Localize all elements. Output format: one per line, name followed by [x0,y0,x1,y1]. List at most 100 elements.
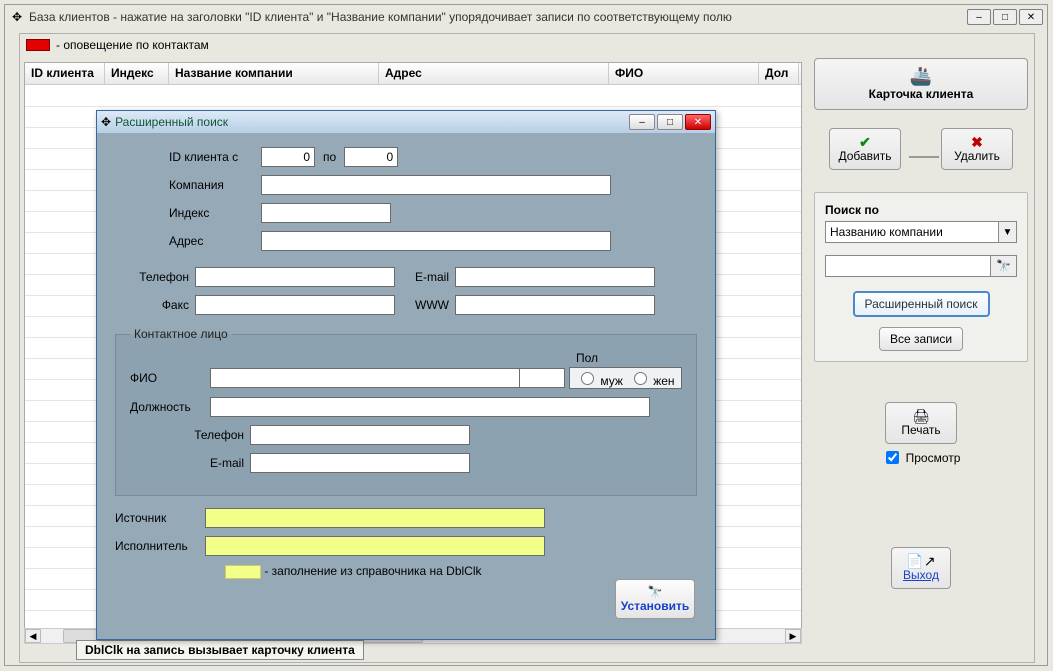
contact-fieldset: Контактное лицо Пол ФИО муж жен [115,327,697,496]
executor-input[interactable] [205,536,545,556]
id-to-label: по [323,150,336,164]
legend-red-swatch [26,39,50,51]
sex-label: Пол [576,351,598,365]
legend-text: - оповещение по контактам [56,38,209,52]
position-label: Должность [130,400,210,414]
dropdown-icon[interactable]: ▼ [999,221,1017,243]
fax-label: Факс [115,298,195,312]
contact-legend: Контактное лицо [130,327,232,341]
main-panel: - оповещение по контактам ID клиента Инд… [19,33,1035,663]
print-button[interactable]: 🖨 Печать [885,402,957,444]
sex-male-radio[interactable] [581,372,594,385]
close-button[interactable]: ✕ [1019,9,1043,25]
scroll-left-icon[interactable]: ◀ [25,629,41,643]
dlg-close-button[interactable]: ✕ [685,114,711,130]
print-area: 🖨 Печать Просмотр [814,402,1028,467]
id-to-input[interactable] [344,147,398,167]
apply-button[interactable]: 🔭 Установить [615,579,695,619]
legend-row: - оповещение по контактам [20,34,1034,56]
exit-icon: 📄↗ [906,554,935,568]
yellow-swatch [225,565,261,579]
table-header: ID клиента Индекс Название компании Адре… [25,63,801,85]
preview-checkbox[interactable] [886,451,899,464]
exit-button[interactable]: 📄↗ Выход [891,547,951,589]
delete-label: Удалить [954,149,1000,163]
ship-icon: 🚢 [910,67,932,85]
col-index[interactable]: Индекс [105,63,169,84]
col-address[interactable]: Адрес [379,63,609,84]
search-by-combo[interactable]: ▼ [825,221,1017,243]
scroll-right-icon[interactable]: ▶ [785,629,801,643]
maximize-button[interactable]: □ [993,9,1017,25]
table-row[interactable] [25,85,801,106]
index-input[interactable] [261,203,391,223]
dlg-minimize-button[interactable]: – [629,114,655,130]
connector-line [909,156,939,158]
index-label: Индекс [169,206,261,220]
advanced-search-button[interactable]: Расширенный поиск [853,291,990,317]
contact-email-label: E-mail [170,456,250,470]
contact-email-input[interactable] [250,453,470,473]
apply-label: Установить [621,599,690,613]
delete-button[interactable]: ✖ Удалить [941,128,1013,170]
dlg-maximize-button[interactable]: □ [657,114,683,130]
yellow-hint: - заполнение из справочника на DblClk [264,564,481,578]
minimize-button[interactable]: – [967,9,991,25]
client-card-button[interactable]: 🚢 Карточка клиента [814,58,1028,110]
position-input[interactable] [210,397,650,417]
sex-female-option[interactable]: жен [629,369,675,388]
source-input[interactable] [205,508,545,528]
main-title: База клиентов - нажатие на заголовки "ID… [29,10,965,24]
print-label: Печать [901,423,940,437]
contact-phone-label: Телефон [170,428,250,442]
sex-input[interactable] [519,368,565,388]
sex-female-radio[interactable] [634,372,647,385]
company-input[interactable] [261,175,611,195]
app-icon: ✥ [9,10,25,24]
printer-icon: 🖨 [912,409,930,423]
binoculars-icon[interactable]: 🔭 [991,255,1017,277]
www-input[interactable] [455,295,655,315]
id-from-input[interactable] [261,147,315,167]
sidebar: 🚢 Карточка клиента ✔ Добавить ✖ Удалить … [814,58,1028,589]
search-panel: Поиск по ▼ 🔭 Расширенный поиск Все запис… [814,192,1028,362]
col-id[interactable]: ID клиента [25,63,105,84]
advanced-search-dialog: ✥ Расширенный поиск – □ ✕ ID клиента с п… [96,110,716,640]
fio-input[interactable] [210,368,520,388]
main-titlebar: ✥ База клиентов - нажатие на заголовки "… [5,5,1047,29]
address-input[interactable] [261,231,611,251]
id-from-label: ID клиента с [169,150,261,164]
check-icon: ✔ [859,135,871,149]
add-label: Добавить [838,149,891,163]
phone-label: Телефон [115,270,195,284]
sex-radio-group: муж жен [569,367,682,389]
col-fio[interactable]: ФИО [609,63,759,84]
email-label: E-mail [395,270,455,284]
search-input[interactable] [825,255,991,277]
source-label: Источник [115,511,205,525]
binoculars-icon: 🔭 [648,585,663,599]
add-button[interactable]: ✔ Добавить [829,128,901,170]
dialog-icon: ✥ [101,115,111,129]
contact-phone-input[interactable] [250,425,470,445]
col-company[interactable]: Название компании [169,63,379,84]
client-card-label: Карточка клиента [869,87,974,101]
address-label: Адрес [169,234,261,248]
dialog-title: Расширенный поиск [115,115,627,129]
exit-area: 📄↗ Выход [814,547,1028,589]
www-label: WWW [395,298,455,312]
sex-male-option[interactable]: муж [576,369,623,388]
preview-checkbox-wrapper[interactable]: Просмотр [814,448,1028,467]
phone-input[interactable] [195,267,395,287]
all-records-button[interactable]: Все записи [879,327,963,351]
search-by-value[interactable] [825,221,999,243]
email-input[interactable] [455,267,655,287]
exit-label: Выход [903,568,939,582]
preview-label: Просмотр [906,451,961,465]
dialog-titlebar: ✥ Расширенный поиск – □ ✕ [97,111,715,133]
col-position[interactable]: Дол [759,63,799,84]
fax-input[interactable] [195,295,395,315]
statusbar-hint: DblClk на запись вызывает карточку клиен… [76,640,364,660]
executor-label: Исполнитель [115,539,205,553]
dialog-body: ID клиента с по Компания Индекс Ад [97,133,715,639]
